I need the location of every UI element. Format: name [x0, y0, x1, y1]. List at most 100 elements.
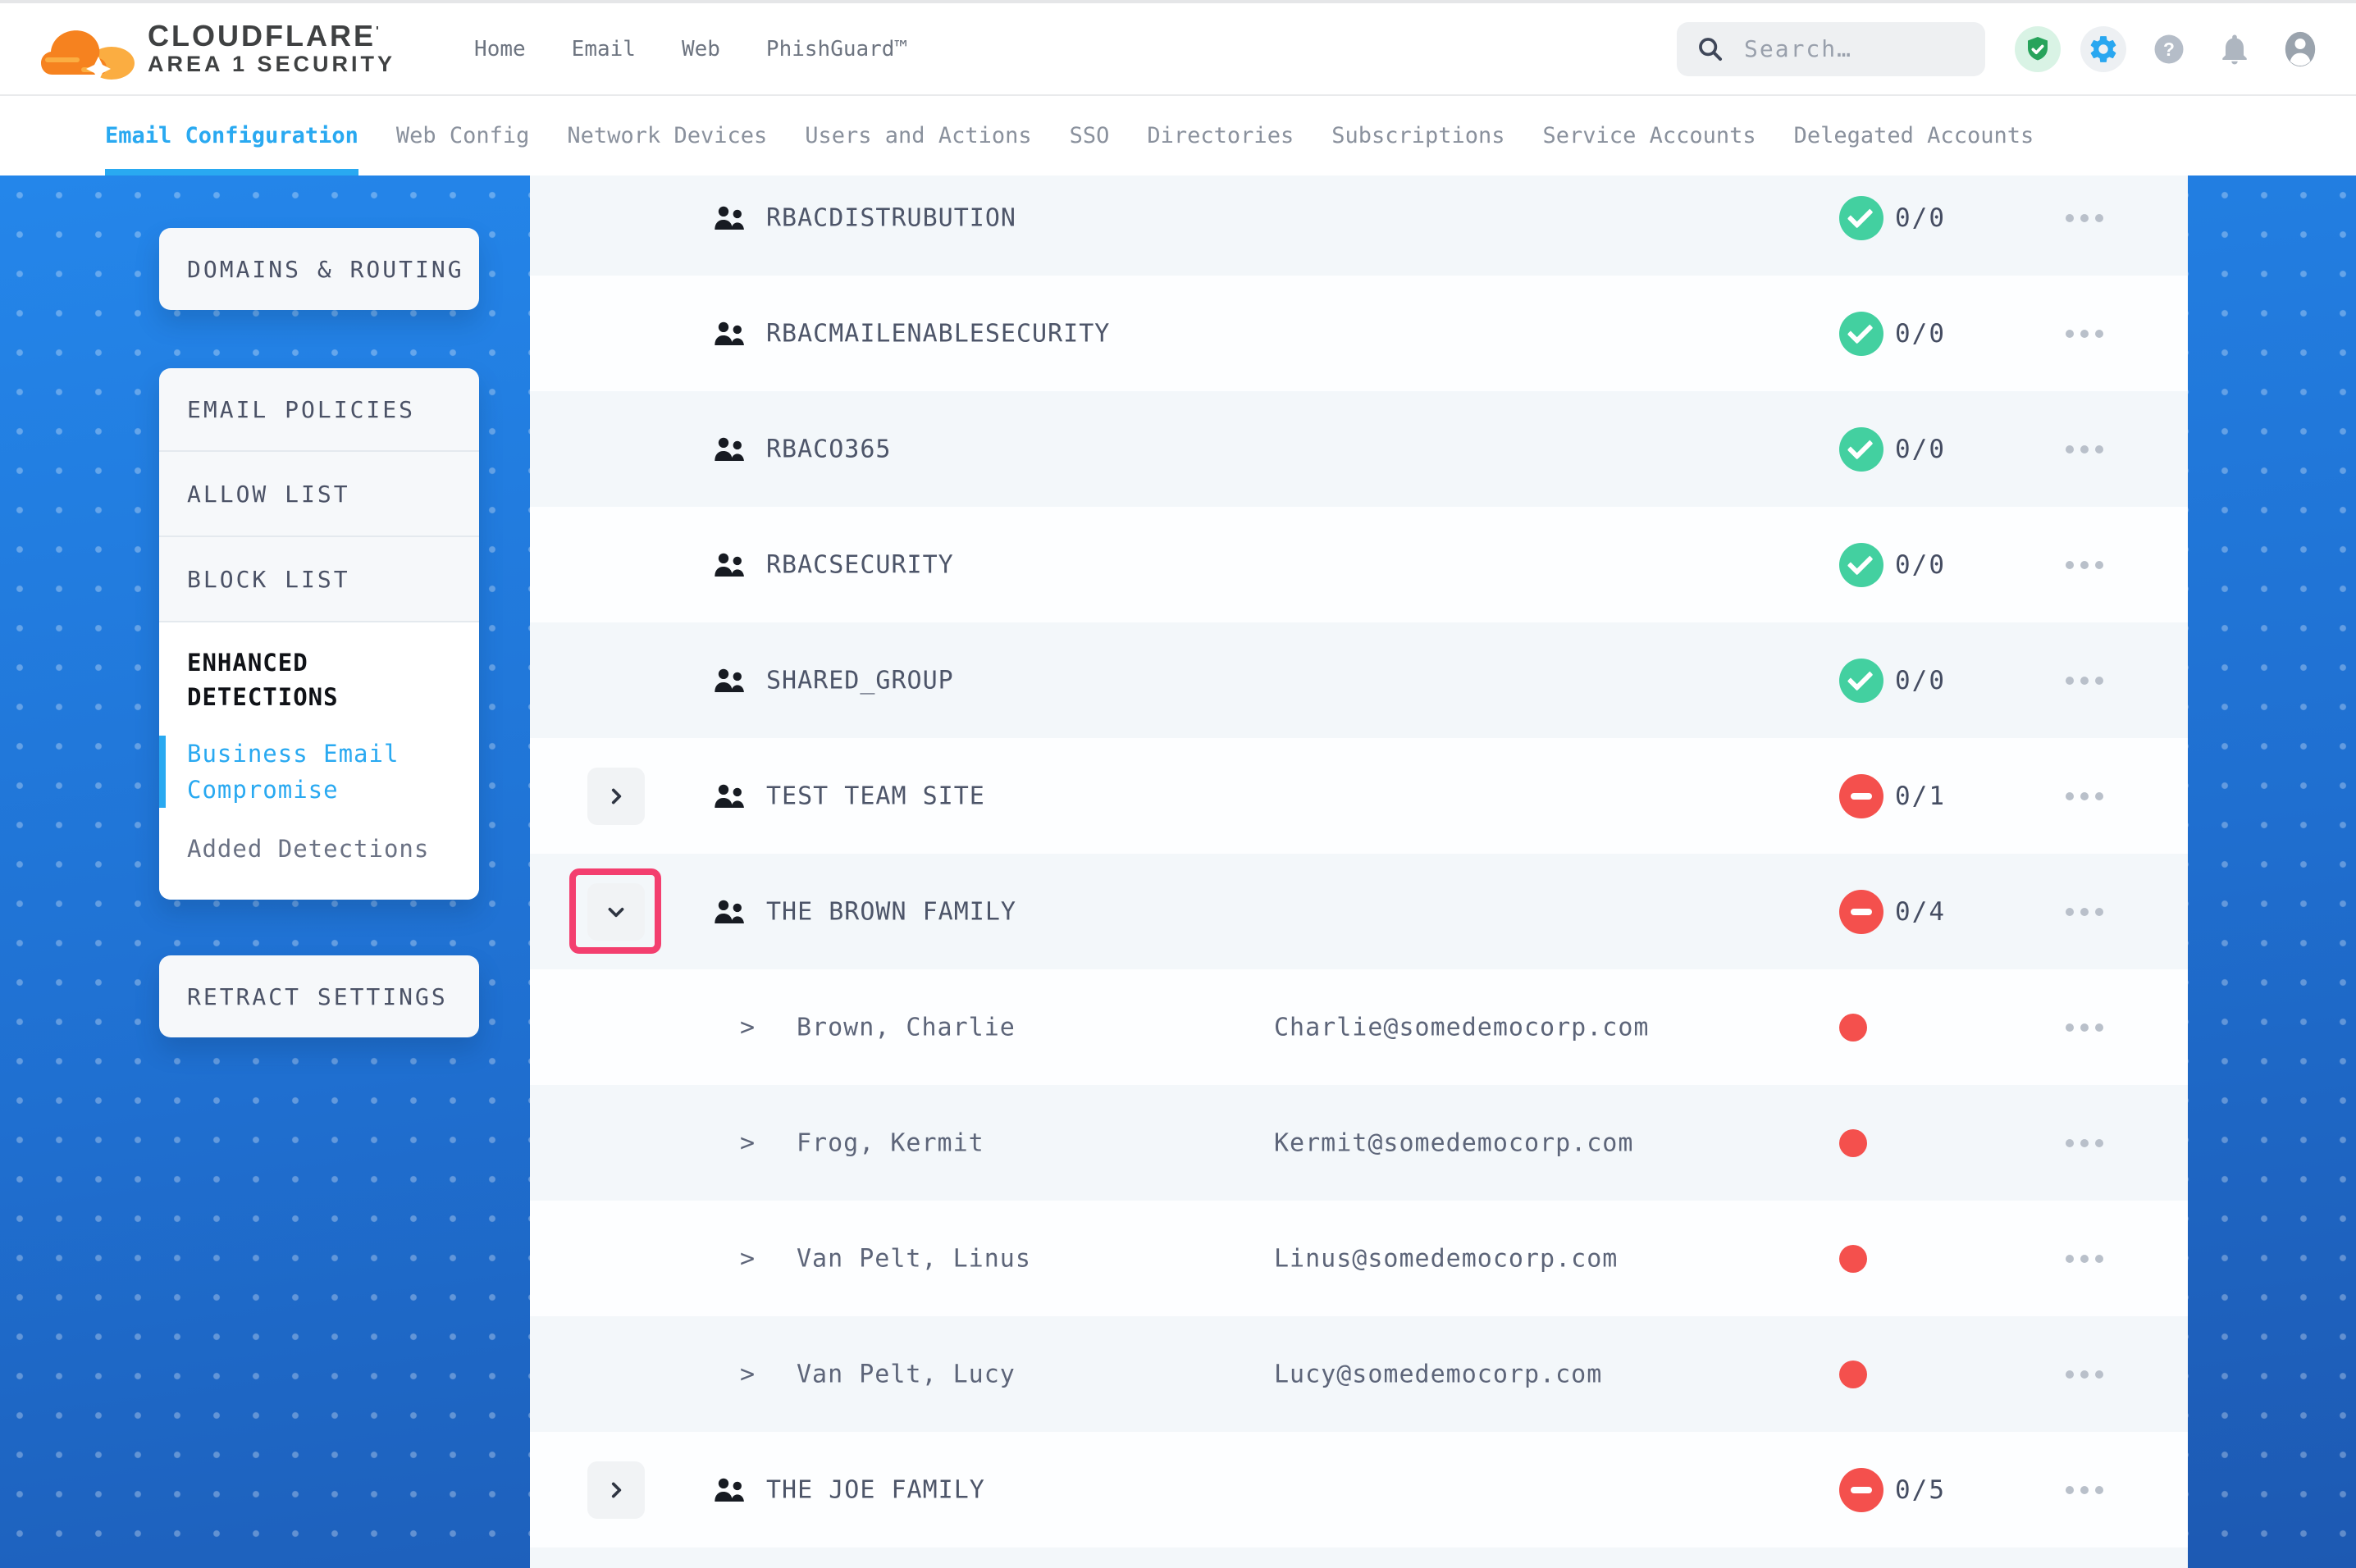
tab-item[interactable]: Users and Actions — [805, 96, 1031, 175]
tab-item[interactable]: Network Devices — [567, 96, 767, 175]
sidebar: DOMAINS & ROUTING EMAIL POLICIES ALLOW L… — [159, 228, 479, 1037]
member-row: > Van Pelt, Lucy Lucy@somedemocorp.com — [530, 1316, 2188, 1432]
content-background: DOMAINS & ROUTING EMAIL POLICIES ALLOW L… — [0, 175, 2356, 1568]
sidebar-item-block-list[interactable]: BLOCK LIST — [159, 536, 479, 621]
help-icon[interactable]: ? — [2146, 26, 2192, 72]
group-name: THE BROWN FAMILY — [766, 897, 1016, 926]
member-name: Van Pelt, Linus — [797, 1244, 1031, 1273]
group-people-icon — [712, 436, 747, 463]
group-people-icon — [712, 321, 747, 347]
sidebar-section-enhanced-detections: ENHANCED DETECTIONS Business Email Compr… — [159, 621, 479, 900]
expand-toggle-button[interactable] — [587, 883, 645, 941]
search-icon — [1696, 35, 1724, 63]
groups-table-rows: RBACDISTRUBUTION 0/0 RBACMAILENABLESECUR… — [530, 175, 2188, 1547]
tab-item[interactable]: SSO — [1070, 96, 1110, 175]
chevron-right-icon[interactable]: > — [740, 1244, 755, 1273]
group-name: RBACMAILENABLESECURITY — [766, 319, 1110, 348]
member-email: Linus@somedemocorp.com — [1274, 1244, 1618, 1273]
notifications-bell-icon[interactable] — [2212, 26, 2258, 72]
row-actions-button[interactable] — [2057, 784, 2112, 809]
tab-item[interactable]: Service Accounts — [1543, 96, 1756, 175]
nav-item[interactable]: Home — [474, 37, 526, 62]
group-name: TEST TEAM SITE — [766, 782, 985, 810]
member-email: Kermit@somedemocorp.com — [1274, 1128, 1633, 1157]
member-count: 0/4 — [1895, 897, 1946, 927]
chevron-right-icon[interactable]: > — [740, 1360, 755, 1388]
row-actions-button[interactable] — [2057, 206, 2112, 230]
member-count: 0/0 — [1895, 550, 1946, 580]
groups-table: RBACDISTRUBUTION 0/0 RBACMAILENABLESECUR… — [530, 175, 2188, 1568]
row-actions-button[interactable] — [2057, 1478, 2112, 1502]
expand-toggle-button[interactable] — [587, 768, 645, 825]
cloudflare-cloud-icon — [41, 17, 136, 81]
cloudflare-logo: CLOUDFLARE' AREA 1 SECURITY — [41, 17, 395, 81]
row-actions-button[interactable] — [2057, 1131, 2112, 1155]
header-icons: ? — [2015, 26, 2323, 72]
member-count: 0/0 — [1895, 435, 1946, 464]
status-badge — [1839, 659, 1883, 703]
member-count: 0/0 — [1895, 319, 1946, 349]
row-actions-button[interactable] — [2057, 900, 2112, 924]
member-count: 0/0 — [1895, 666, 1946, 695]
sidebar-item-added-detections[interactable]: Added Detections — [159, 831, 454, 867]
member-name: Van Pelt, Lucy — [797, 1360, 1016, 1388]
member-row: > Van Pelt, Linus Linus@somedemocorp.com — [530, 1201, 2188, 1316]
tab-item[interactable]: Web Config — [396, 96, 530, 175]
sidebar-item-allow-list[interactable]: ALLOW LIST — [159, 450, 479, 536]
status-badge — [1839, 774, 1883, 818]
search-box[interactable] — [1677, 22, 1985, 76]
group-name: THE JOE FAMILY — [766, 1475, 985, 1504]
tab-item[interactable]: Delegated Accounts — [1794, 96, 2034, 175]
nav-item[interactable]: Email — [572, 37, 636, 62]
svg-text:?: ? — [2163, 39, 2175, 60]
group-people-icon — [712, 783, 747, 809]
sidebar-item-domains-routing[interactable]: DOMAINS & ROUTING — [159, 228, 479, 310]
chevron-right-icon[interactable]: > — [740, 1128, 755, 1157]
account-avatar-icon[interactable] — [2277, 26, 2323, 72]
settings-gear-icon[interactable] — [2080, 26, 2126, 72]
member-row: > Frog, Kermit Kermit@somedemocorp.com — [530, 1085, 2188, 1201]
tab-item[interactable]: Email Configuration — [105, 96, 358, 175]
status-badge — [1839, 1468, 1883, 1512]
nav-item[interactable]: Web — [682, 37, 720, 62]
chevron-icon — [605, 786, 627, 807]
group-people-icon — [712, 1477, 747, 1503]
sidebar-item-email-policies[interactable]: EMAIL POLICIES — [159, 368, 479, 450]
member-count: 0/0 — [1895, 203, 1946, 233]
row-actions-button[interactable] — [2057, 668, 2112, 693]
chevron-icon — [605, 1479, 627, 1501]
brand-subtitle: AREA 1 SECURITY — [148, 52, 395, 76]
brand-mark: ' — [376, 25, 381, 39]
tab-item[interactable]: Subscriptions — [1331, 96, 1504, 175]
row-actions-button[interactable] — [2057, 553, 2112, 577]
group-row: RBACMAILENABLESECURITY 0/0 — [530, 276, 2188, 391]
shield-check-icon[interactable] — [2015, 26, 2061, 72]
group-row: THE BROWN FAMILY 0/4 — [530, 854, 2188, 969]
search-input[interactable] — [1742, 34, 1966, 63]
nav-item[interactable]: PhishGuard™ — [766, 37, 907, 62]
sidebar-menu-card: EMAIL POLICIES ALLOW LIST BLOCK LIST ENH… — [159, 368, 479, 900]
row-actions-button[interactable] — [2057, 321, 2112, 346]
secondary-tabbar: Email Configuration Web Config Network Dev… — [0, 96, 2356, 175]
member-email: Charlie@somedemocorp.com — [1274, 1013, 1649, 1042]
member-count: 0/1 — [1895, 782, 1946, 811]
chevron-right-icon[interactable]: > — [740, 1013, 755, 1042]
member-email: Lucy@somedemocorp.com — [1274, 1360, 1602, 1388]
row-actions-button[interactable] — [2057, 1015, 2112, 1040]
row-actions-button[interactable] — [2057, 1247, 2112, 1271]
sidebar-item-enhanced-detections[interactable]: ENHANCED DETECTIONS — [159, 645, 454, 714]
sidebar-item-business-email-compromise[interactable]: Business Email Compromise — [159, 736, 454, 808]
status-badge — [1839, 312, 1883, 356]
row-actions-button[interactable] — [2057, 437, 2112, 462]
brand-name: CLOUDFLARE' — [148, 21, 395, 52]
group-people-icon — [712, 205, 747, 231]
row-actions-button[interactable] — [2057, 1362, 2112, 1387]
sidebar-item-retract-settings[interactable]: RETRACT SETTINGS — [159, 955, 479, 1037]
status-dot — [1839, 1014, 1867, 1042]
status-dot — [1839, 1245, 1867, 1273]
group-row: THE JOE FAMILY 0/5 — [530, 1432, 2188, 1547]
tab-item[interactable]: Directories — [1147, 96, 1294, 175]
expand-toggle-button[interactable] — [587, 1461, 645, 1519]
group-row: TEST TEAM SITE 0/1 — [530, 738, 2188, 854]
group-row: RBACDISTRUBUTION 0/0 — [530, 175, 2188, 276]
